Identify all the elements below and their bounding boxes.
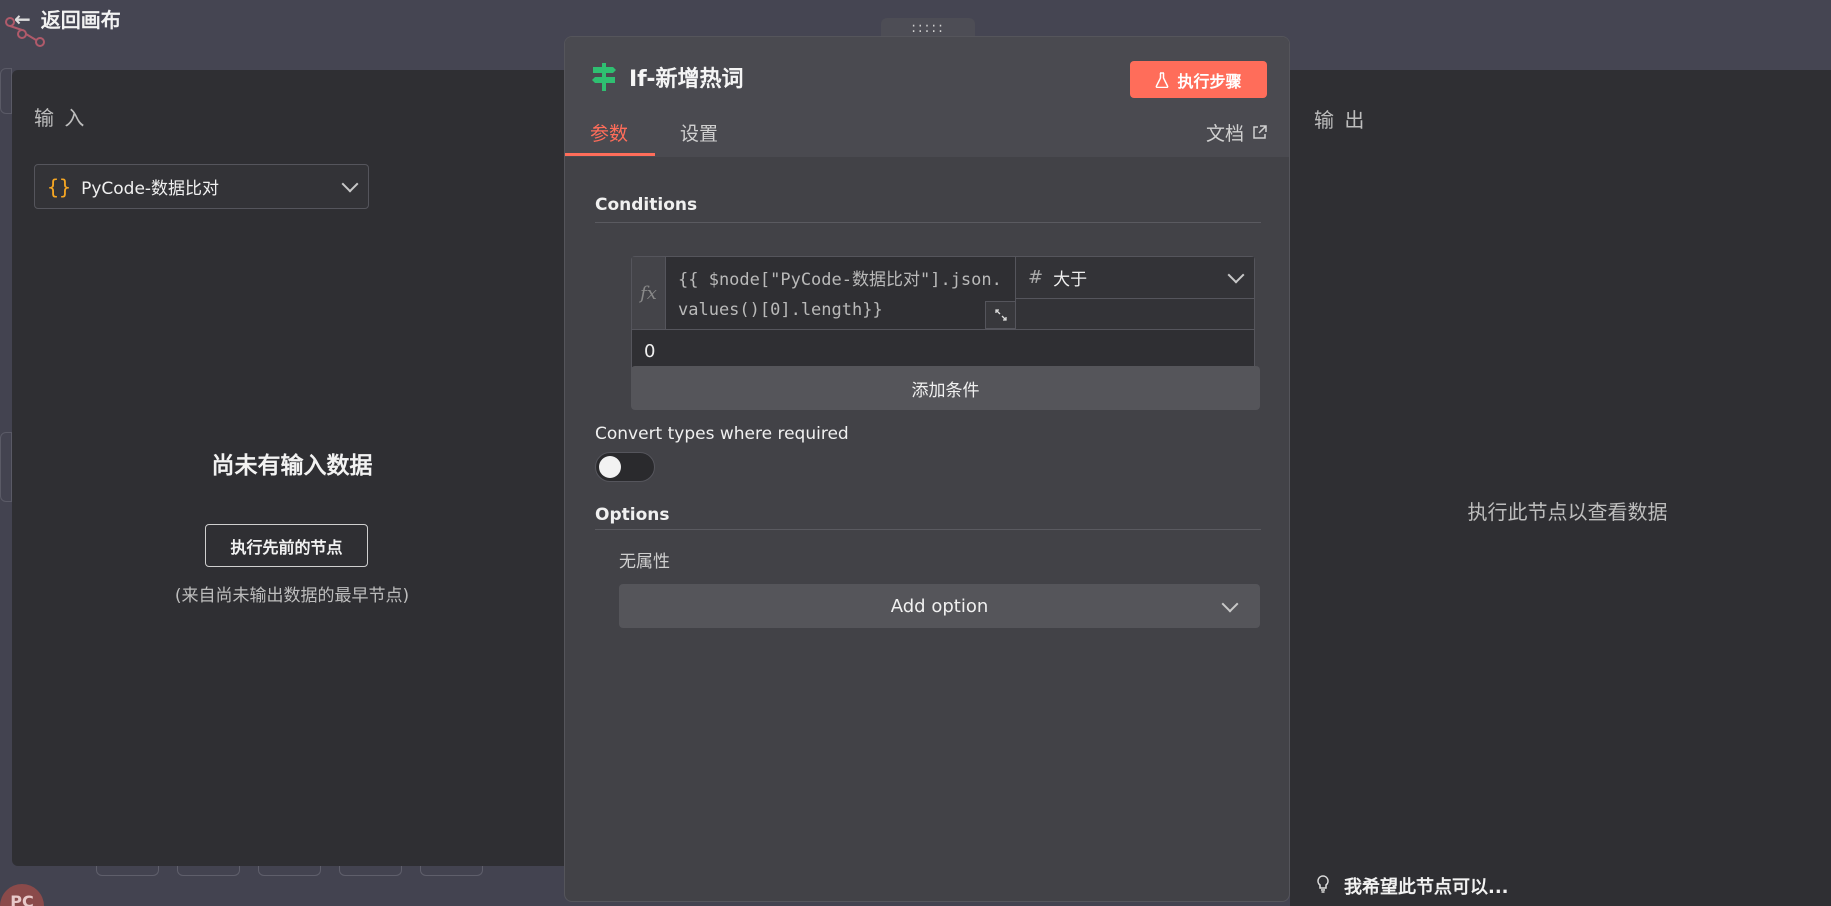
lightbulb-icon xyxy=(1316,875,1330,897)
input-panel: 输 入 {} PyCode-数据比对 尚未有输入数据 执行先前的节点 (来自尚未… xyxy=(12,70,572,866)
convert-types-toggle[interactable] xyxy=(595,452,655,482)
input-empty-title: 尚未有输入数据 xyxy=(211,453,373,479)
options-section-title: Options xyxy=(595,505,670,525)
docs-link[interactable]: 文档 xyxy=(1206,119,1267,146)
section-divider xyxy=(595,222,1261,223)
modal-tabs: 参数 设置 文档 xyxy=(565,111,1289,157)
output-empty-text: 执行此节点以查看数据 xyxy=(1467,500,1668,524)
canvas-side-tab xyxy=(0,68,12,114)
docs-label: 文档 xyxy=(1205,123,1244,145)
add-option-select[interactable]: Add option xyxy=(619,584,1260,628)
avatar-initials: PC xyxy=(10,892,34,906)
node-settings-modal: If-新增热词 执行步骤 参数 设置 文档 Conditions fx {{ $… xyxy=(564,36,1290,902)
node-name[interactable]: If-新增热词 xyxy=(629,61,744,93)
feedback-bar[interactable]: 我希望此节点可以... xyxy=(1290,866,1831,906)
external-link-icon xyxy=(1253,125,1267,139)
drag-handle[interactable]: ::::: xyxy=(881,18,975,38)
flask-icon xyxy=(1156,71,1169,88)
operator-spacer xyxy=(1016,299,1254,329)
run-previous-nodes-button[interactable]: 执行先前的节点 xyxy=(205,524,368,567)
active-tab-indicator xyxy=(565,153,655,156)
input-source-select[interactable]: {} PyCode-数据比对 xyxy=(34,164,369,209)
chevron-down-icon xyxy=(1227,266,1245,283)
toggle-knob xyxy=(599,456,621,478)
back-to-canvas-label: 返回画布 xyxy=(40,8,121,32)
input-empty-hint: (来自尚未输出数据的最早节点) xyxy=(174,586,410,606)
add-condition-button[interactable]: 添加条件 xyxy=(631,366,1260,410)
execute-step-label: 执行步骤 xyxy=(1177,71,1242,91)
condition-operator-select[interactable]: # 大于 xyxy=(1016,257,1254,299)
node-title: If-新增热词 xyxy=(591,61,744,93)
braces-icon: {} xyxy=(47,174,72,199)
condition-operator-value: 大于 xyxy=(1053,270,1088,290)
convert-types-label: Convert types where required xyxy=(595,424,849,444)
condition-row: fx {{ $node["PyCode-数据比对"].json.values()… xyxy=(631,256,1255,373)
open-expression-editor-button[interactable] xyxy=(985,301,1016,329)
output-panel: 输 出 执行此节点以查看数据 xyxy=(1290,70,1831,866)
input-panel-title: 输 入 xyxy=(34,106,87,130)
fx-icon: fx xyxy=(632,257,666,329)
chevron-down-icon xyxy=(341,175,359,192)
add-option-label: Add option xyxy=(890,595,989,617)
number-type-icon: # xyxy=(1028,267,1044,288)
signpost-icon xyxy=(592,63,616,91)
feedback-text: 我希望此节点可以... xyxy=(1344,877,1509,898)
expand-icon xyxy=(994,309,1007,321)
no-properties-text: 无属性 xyxy=(619,552,670,572)
back-to-canvas-link[interactable]: ← 返回画布 xyxy=(14,4,121,33)
condition-expression-input[interactable]: {{ $node["PyCode-数据比对"].json.values()[0]… xyxy=(666,257,1016,329)
conditions-section-title: Conditions xyxy=(595,195,698,215)
modal-header: If-新增热词 执行步骤 参数 设置 文档 xyxy=(565,37,1289,157)
canvas-side-tab xyxy=(0,432,12,502)
section-divider xyxy=(595,529,1261,530)
tab-settings[interactable]: 设置 xyxy=(680,119,718,146)
output-panel-title: 输 出 xyxy=(1314,108,1367,132)
arrow-left-icon: ← xyxy=(14,6,31,31)
execute-step-button[interactable]: 执行步骤 xyxy=(1130,61,1267,98)
chevron-down-icon xyxy=(1221,595,1239,613)
tab-parameters[interactable]: 参数 xyxy=(590,119,628,146)
input-source-value: PyCode-数据比对 xyxy=(81,179,220,199)
